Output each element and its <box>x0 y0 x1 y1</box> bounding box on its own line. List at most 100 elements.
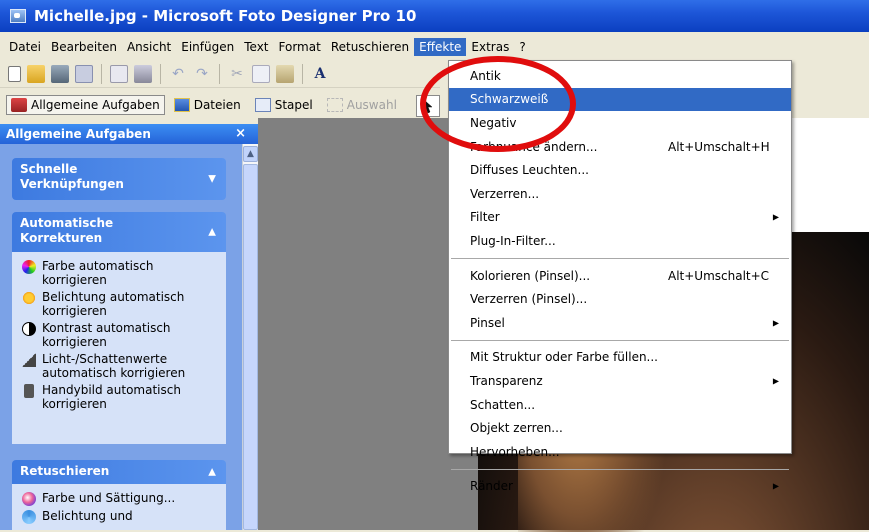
menu-item-objekt-zerren[interactable]: Objekt zerren... <box>449 416 791 440</box>
menu-datei[interactable]: Datei <box>4 38 46 56</box>
title-bar: Michelle.jpg - Microsoft Foto Designer P… <box>0 0 869 32</box>
email-icon[interactable] <box>110 64 128 83</box>
section-header[interactable]: Automatische Korrekturen ▲ <box>12 212 226 252</box>
menu-separator <box>451 339 789 341</box>
text-tool-icon[interactable]: A <box>311 65 329 83</box>
menu-item-transparenz[interactable]: Transparenz ▶ <box>449 369 791 393</box>
chevron-up-icon[interactable]: ▲ <box>208 225 216 240</box>
section-content: Farbe und Sättigung... Belichtung und <box>12 484 226 530</box>
menu-item-filter[interactable]: Filter ▶ <box>449 206 791 230</box>
menu-help[interactable]: ? <box>514 38 530 56</box>
menu-item-hervorheben[interactable]: Hervorheben... <box>449 440 791 464</box>
undo-icon[interactable]: ↶ <box>169 65 187 83</box>
task-pane-scrollbar[interactable]: ▲ <box>242 144 258 530</box>
menu-item-label: Transparenz <box>470 373 543 388</box>
task-label: Farbe und Sättigung... <box>42 491 176 505</box>
print-icon[interactable] <box>134 64 152 83</box>
open-folder-icon[interactable] <box>27 64 45 83</box>
task-pane-title: Allgemeine Aufgaben <box>6 127 151 141</box>
effects-menu: Antik Schwarzweiß Negativ Farbnuance änd… <box>448 60 792 493</box>
window-title: Michelle.jpg - Microsoft Foto Designer P… <box>34 7 417 25</box>
task-tabs: Allgemeine Aufgaben Dateien Stapel Auswa… <box>0 92 450 118</box>
batch-icon <box>254 98 271 112</box>
scan-icon[interactable] <box>51 64 69 83</box>
menu-extras[interactable]: Extras <box>466 38 514 56</box>
menu-item-label: Verzerren... <box>470 186 540 201</box>
menu-item-label: Schwarzweiß <box>470 92 549 107</box>
menu-item-kolorieren[interactable]: Kolorieren (Pinsel)... Alt+Umschalt+C <box>449 264 791 288</box>
task-exposure[interactable]: Belichtung und <box>22 509 220 524</box>
menu-text[interactable]: Text <box>239 38 273 56</box>
section-content: Farbe automatisch korrigieren Belichtung… <box>12 252 226 444</box>
save-icon[interactable] <box>75 64 93 83</box>
menu-item-verzerren-pinsel[interactable]: Verzerren (Pinsel)... <box>449 287 791 311</box>
menu-separator <box>451 468 789 470</box>
menu-bearbeiten[interactable]: Bearbeiten <box>46 38 122 56</box>
task-label: Belichtung automatisch korrigieren <box>42 290 185 318</box>
task-label: Farbe automatisch korrigieren <box>42 259 154 287</box>
menu-item-label: Farbnuance ändern... <box>470 139 598 154</box>
menu-item-diffuses-leuchten[interactable]: Diffuses Leuchten... <box>449 158 791 182</box>
menu-item-schwarzweiss[interactable]: Schwarzweiß <box>449 87 791 112</box>
copy-icon[interactable] <box>252 64 270 83</box>
menu-item-farbnuance[interactable]: Farbnuance ändern... Alt+Umschalt+H <box>449 135 791 159</box>
phone-icon <box>24 384 34 398</box>
section-header[interactable]: Retuschieren ▲ <box>12 460 226 484</box>
menu-format[interactable]: Format <box>274 38 326 56</box>
task-auto-shadows[interactable]: Licht-/Schattenwerte automatisch korrigi… <box>22 352 220 380</box>
menu-item-negativ[interactable]: Negativ <box>449 111 791 135</box>
section-header[interactable]: Schnelle Verknüpfungen ▼ <box>12 158 226 200</box>
submenu-arrow-icon: ▶ <box>772 318 779 328</box>
scrollbar-thumb[interactable] <box>243 164 258 530</box>
tab-common-tasks[interactable]: Allgemeine Aufgaben <box>6 95 165 115</box>
common-tasks-icon <box>11 98 27 112</box>
menu-retuschieren[interactable]: Retuschieren <box>326 38 414 56</box>
menu-effekte[interactable]: Effekte <box>414 38 467 56</box>
color-saturation-icon <box>22 492 36 506</box>
chevron-down-icon[interactable]: ▼ <box>208 172 216 187</box>
menu-item-label: Pinsel <box>470 315 505 330</box>
menu-item-antik[interactable]: Antik <box>449 64 791 88</box>
task-label: Kontrast automatisch korrigieren <box>42 321 171 349</box>
menu-einfuegen[interactable]: Einfügen <box>176 38 239 56</box>
task-auto-color[interactable]: Farbe automatisch korrigieren <box>22 259 220 287</box>
menu-item-pinsel[interactable]: Pinsel ▶ <box>449 311 791 335</box>
tab-selection[interactable]: Auswahl <box>322 95 402 115</box>
close-icon[interactable]: × <box>235 126 246 141</box>
redo-icon[interactable]: ↷ <box>193 65 211 83</box>
menu-bar: Datei Bearbeiten Ansicht Einfügen Text F… <box>0 36 869 58</box>
menu-item-plugin-filter[interactable]: Plug-In-Filter... <box>449 229 791 253</box>
menu-shortcut: Alt+Umschalt+C <box>668 268 770 283</box>
task-auto-phone[interactable]: Handybild automatisch korrigieren <box>22 383 220 411</box>
files-icon <box>173 98 190 112</box>
sun-icon <box>22 291 36 305</box>
task-label: Belichtung und <box>42 509 133 523</box>
tab-batch[interactable]: Stapel <box>250 95 318 115</box>
section-title: Schnelle Verknüpfungen <box>20 162 124 191</box>
task-color-saturation[interactable]: Farbe und Sättigung... <box>22 491 220 506</box>
tab-files-label: Dateien <box>193 98 241 112</box>
section-auto-corrections: Automatische Korrekturen ▲ Farbe automat… <box>12 212 226 444</box>
toolbar: ↶ ↷ ✂ A <box>0 60 440 88</box>
menu-item-label: Antik <box>470 68 501 83</box>
task-pane-header: Allgemeine Aufgaben × <box>0 124 258 144</box>
cut-icon[interactable]: ✂ <box>228 65 246 83</box>
submenu-arrow-icon: ▶ <box>772 481 779 491</box>
menu-item-fuellen[interactable]: Mit Struktur oder Farbe füllen... <box>449 346 791 370</box>
paste-icon[interactable] <box>276 64 294 83</box>
new-file-icon[interactable] <box>8 65 21 82</box>
menu-ansicht[interactable]: Ansicht <box>122 38 176 56</box>
menu-item-raender[interactable]: Ränder ▶ <box>449 475 791 499</box>
task-auto-exposure[interactable]: Belichtung automatisch korrigieren <box>22 290 220 318</box>
menu-item-schatten[interactable]: Schatten... <box>449 393 791 417</box>
section-retouch: Retuschieren ▲ Farbe und Sättigung... Be… <box>12 460 226 530</box>
menu-item-verzerren[interactable]: Verzerren... <box>449 182 791 206</box>
menu-item-label: Verzerren (Pinsel)... <box>470 292 588 307</box>
task-auto-contrast[interactable]: Kontrast automatisch korrigieren <box>22 321 220 349</box>
menu-shortcut: Alt+Umschalt+H <box>668 139 770 154</box>
chevron-up-icon[interactable]: ▲ <box>208 465 216 480</box>
tab-files[interactable]: Dateien <box>169 95 246 115</box>
pointer-tool-button[interactable] <box>416 95 440 117</box>
tab-strip-right <box>790 92 869 118</box>
scroll-up-arrow-icon[interactable]: ▲ <box>243 146 258 162</box>
